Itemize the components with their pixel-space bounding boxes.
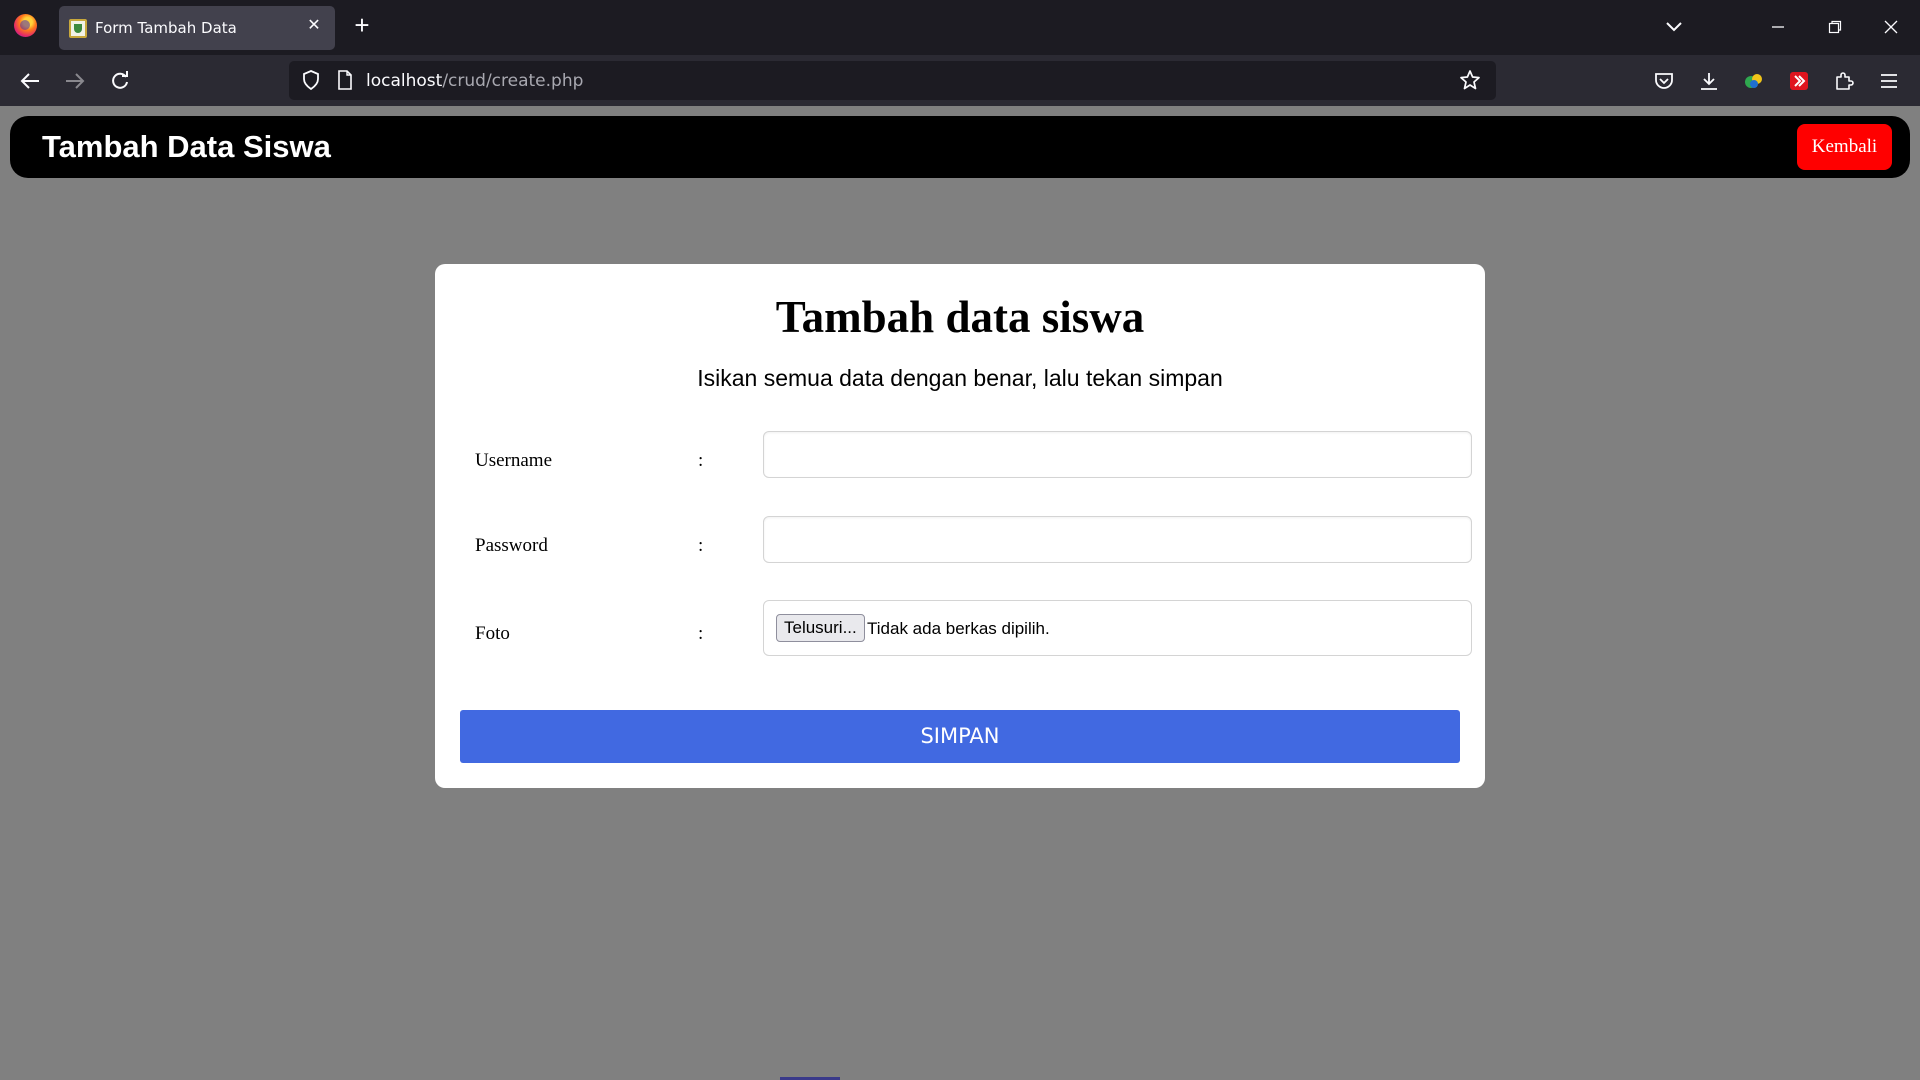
browser-tab-bar: Form Tambah Data ✕ + [0,0,1920,55]
minimize-icon[interactable] [1763,12,1793,42]
menu-hamburger-icon[interactable] [1875,67,1903,95]
close-tab-icon[interactable]: ✕ [303,15,325,37]
firefox-logo-icon[interactable] [14,14,37,37]
username-colon: : [698,450,704,471]
url-host: localhost [366,71,443,91]
file-status-text: Tidak ada berkas dipilih. [867,619,1050,638]
extensions-puzzle-icon[interactable] [1830,67,1858,95]
password-label: Password [475,535,548,556]
restore-icon[interactable] [1820,12,1850,42]
foto-colon: : [698,623,704,644]
page-info-icon[interactable] [331,66,359,94]
back-arrow-icon[interactable] [16,67,44,95]
tab-list-chevron-down-icon[interactable] [1659,12,1689,42]
address-bar[interactable]: localhost/crud/create.php [289,61,1496,100]
username-input[interactable] [763,431,1472,478]
forward-arrow-icon[interactable] [61,67,89,95]
username-label: Username [475,450,553,471]
simpan-button[interactable]: SIMPAN [460,710,1460,763]
close-window-icon[interactable] [1876,12,1906,42]
browser-nav-bar: localhost/crud/create.php [0,55,1920,106]
kembali-button[interactable]: Kembali [1797,124,1892,170]
foto-file-input[interactable]: Telusuri... Tidak ada berkas dipilih. [763,600,1472,656]
foto-label: Foto [475,623,510,644]
pocket-icon[interactable] [1650,67,1678,95]
tab-favicon-icon [69,19,87,38]
tab-title: Form Tambah Data [95,19,237,37]
shield-icon[interactable] [297,66,325,94]
download-icon[interactable] [1695,67,1723,95]
extension-colorful-icon[interactable] [1740,67,1768,95]
password-input[interactable] [763,516,1472,563]
browser-tab[interactable]: Form Tambah Data ✕ [59,6,335,50]
form-subtitle: Isikan semua data dengan benar, lalu tek… [697,365,1223,391]
form-card: Tambah data siswa Isikan semua data deng… [435,264,1485,788]
reload-icon[interactable] [106,67,134,95]
page-header-title: Tambah Data Siswa [42,129,331,164]
new-tab-icon[interactable]: + [349,12,375,39]
page-header: Tambah Data Siswa Kembali [10,116,1910,178]
url-text[interactable]: localhost/crud/create.php [366,71,583,91]
bookmark-star-icon[interactable] [1456,66,1484,94]
password-colon: : [698,535,704,556]
browse-file-button[interactable]: Telusuri... [776,614,865,642]
extension-red-icon[interactable] [1785,67,1813,95]
form-title: Tambah data siswa [775,292,1145,342]
url-path: /crud/create.php [442,71,584,91]
